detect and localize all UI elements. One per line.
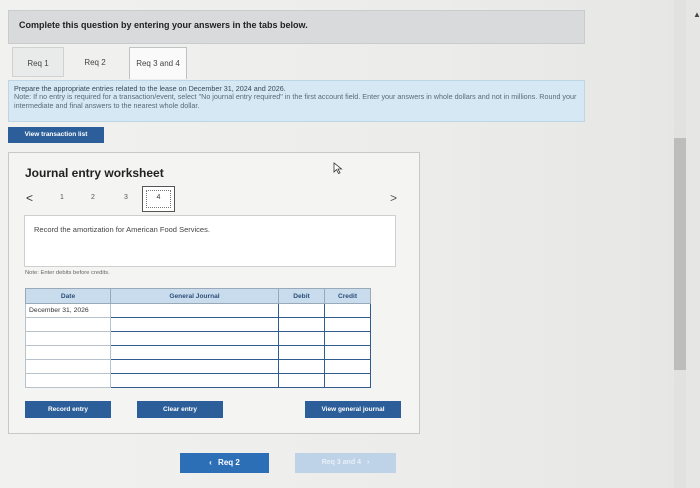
next-req-3-and-4-button[interactable]: Req 3 and 4 ›	[295, 453, 396, 473]
prev-button-label: Req 2	[218, 458, 240, 467]
credit-input[interactable]	[324, 317, 371, 332]
account-input[interactable]	[110, 331, 279, 346]
pager-page-3[interactable]: 3	[124, 194, 128, 201]
worksheet-title: Journal entry worksheet	[25, 166, 164, 180]
question-header: Complete this question by entering your …	[8, 10, 585, 44]
date-cell	[25, 345, 111, 360]
table-row	[25, 359, 371, 374]
column-header-credit: Credit	[324, 288, 371, 304]
table-row	[25, 331, 371, 346]
clear-entry-button[interactable]: Clear entry	[137, 401, 223, 418]
task-description-box: Record the amortization for American Foo…	[24, 215, 396, 267]
table-row: December 31, 2026	[25, 303, 371, 318]
tab-req-1[interactable]: Req 1	[12, 47, 64, 77]
pager-page-1[interactable]: 1	[60, 194, 64, 201]
date-cell: December 31, 2026	[25, 303, 111, 318]
question-header-text: Complete this question by entering your …	[19, 20, 308, 30]
record-entry-button[interactable]: Record entry	[25, 401, 111, 418]
column-header-date: Date	[25, 288, 111, 304]
prev-req-2-button[interactable]: ‹ Req 2	[180, 453, 269, 473]
chevron-right-icon: ›	[366, 459, 370, 466]
debits-note: Note: Enter debits before credits.	[25, 270, 110, 276]
credit-input[interactable]	[324, 359, 371, 374]
mouse-cursor-icon	[333, 162, 343, 174]
debit-input[interactable]	[278, 345, 325, 360]
debit-input[interactable]	[278, 303, 325, 318]
column-header-debit: Debit	[278, 288, 325, 304]
date-cell	[25, 359, 111, 374]
requirement-tabs: Req 1 Req 2 Req 3 and 4	[8, 45, 585, 79]
date-cell	[25, 317, 111, 332]
page: Complete this question by entering your …	[0, 0, 700, 488]
tab-req-3-and-4[interactable]: Req 3 and 4	[129, 47, 187, 79]
pager-page-2[interactable]: 2	[91, 194, 95, 201]
instructions-box: Prepare the appropriate entries related …	[8, 80, 585, 122]
credit-input[interactable]	[324, 345, 371, 360]
tab-req-2[interactable]: Req 2	[68, 47, 122, 77]
chevron-left-icon: ‹	[209, 458, 212, 467]
credit-input[interactable]	[324, 303, 371, 318]
credit-input[interactable]	[324, 331, 371, 346]
account-input[interactable]	[110, 303, 279, 318]
pager-page-4-active[interactable]: 4	[142, 186, 175, 212]
table-row	[25, 345, 371, 360]
account-input[interactable]	[110, 345, 279, 360]
task-description: Record the amortization for American Foo…	[34, 225, 210, 234]
debit-input[interactable]	[278, 359, 325, 374]
debit-input[interactable]	[278, 373, 325, 388]
pager-left-arrow-icon[interactable]: <	[26, 191, 33, 205]
view-transaction-list-button[interactable]: View transaction list	[8, 127, 104, 143]
table-row	[25, 373, 371, 388]
scroll-up-arrow-icon[interactable]: ▲	[693, 10, 700, 19]
debit-input[interactable]	[278, 331, 325, 346]
debit-input[interactable]	[278, 317, 325, 332]
journal-table: Date General Journal Debit Credit Decemb…	[25, 288, 371, 388]
scrollbar-thumb[interactable]	[674, 138, 686, 370]
instructions-note: Note: If no entry is required for a tran…	[14, 92, 577, 110]
table-row	[25, 317, 371, 332]
date-cell	[25, 331, 111, 346]
pager-right-arrow-icon[interactable]: >	[390, 191, 397, 205]
next-button-label: Req 3 and 4	[321, 459, 361, 466]
account-input[interactable]	[110, 359, 279, 374]
worksheet-pager: < 1 2 3 4	[22, 186, 175, 214]
credit-input[interactable]	[324, 373, 371, 388]
view-general-journal-button[interactable]: View general journal	[305, 401, 401, 418]
journal-header-row: Date General Journal Debit Credit	[25, 288, 371, 304]
account-input[interactable]	[110, 317, 279, 332]
account-input[interactable]	[110, 373, 279, 388]
date-cell	[25, 373, 111, 388]
column-header-general-journal: General Journal	[110, 288, 279, 304]
